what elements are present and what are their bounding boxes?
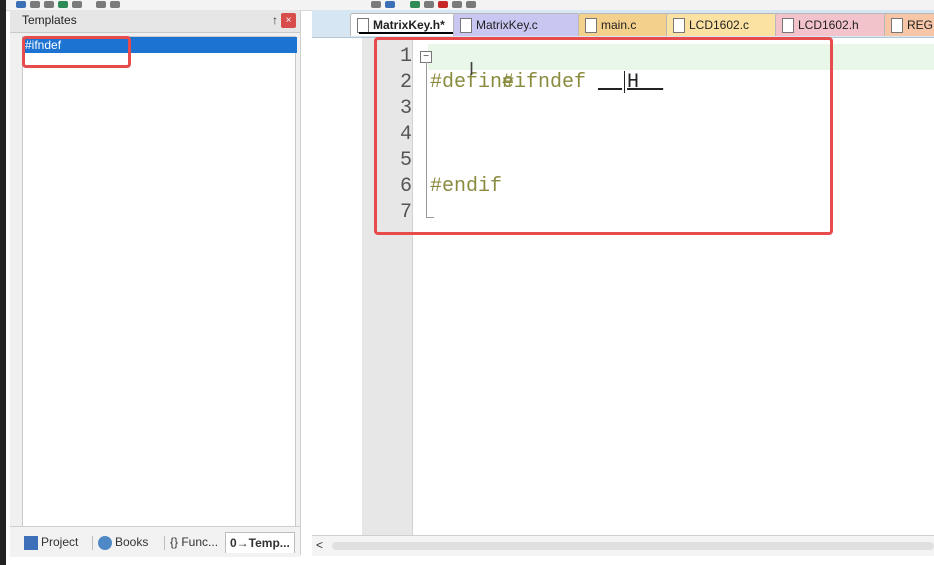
file-icon bbox=[460, 18, 472, 33]
pin-icon[interactable]: ↑ bbox=[272, 13, 278, 27]
toolbar-icon-5[interactable] bbox=[438, 1, 448, 8]
horizontal-scrollbar[interactable]: < bbox=[312, 535, 934, 556]
file-icon bbox=[585, 18, 597, 33]
tab-separator bbox=[164, 536, 165, 550]
file-tabs: MatrixKey.h* MatrixKey.c main.c LCD1602.… bbox=[312, 10, 934, 38]
functions-icon: {} Func... bbox=[170, 535, 219, 549]
tab-project[interactable]: Project bbox=[24, 532, 78, 552]
toolbar-icon-3[interactable] bbox=[410, 1, 420, 8]
tab-templates[interactable]: 0→Temp... bbox=[225, 532, 295, 553]
tab-matrixkey-c[interactable]: MatrixKey.c bbox=[453, 13, 580, 36]
undo-icon[interactable] bbox=[96, 1, 106, 8]
search-icon[interactable] bbox=[72, 1, 82, 8]
tab-main-c[interactable]: main.c bbox=[578, 13, 680, 36]
toolbar-icon-1[interactable] bbox=[371, 1, 381, 8]
tab-functions[interactable]: {} Func... bbox=[170, 532, 218, 552]
save-icon[interactable] bbox=[16, 1, 26, 8]
toolbar-icon-7[interactable] bbox=[466, 1, 476, 8]
panel-header: Templates ↑ × bbox=[10, 10, 300, 33]
annotation-highlight bbox=[374, 37, 833, 235]
toolbar-icon-2[interactable] bbox=[385, 1, 395, 8]
copy-icon[interactable] bbox=[30, 1, 40, 8]
file-icon bbox=[357, 18, 369, 33]
tab-separator bbox=[92, 536, 93, 550]
toolbar-icon-4[interactable] bbox=[424, 1, 434, 8]
tab-books[interactable]: Books bbox=[98, 532, 148, 552]
scroll-track[interactable] bbox=[332, 542, 934, 550]
project-icon bbox=[24, 535, 38, 550]
toolbar-icon-6[interactable] bbox=[452, 1, 462, 8]
tab-lcd1602-c[interactable]: LCD1602.c bbox=[666, 13, 785, 36]
file-icon bbox=[891, 18, 903, 33]
tab-lcd1602-h[interactable]: LCD1602.h bbox=[775, 13, 897, 36]
file-icon bbox=[782, 18, 794, 33]
templates-icon: 0→Temp... bbox=[230, 536, 290, 550]
annotation-highlight bbox=[22, 36, 131, 68]
close-icon[interactable]: × bbox=[281, 13, 296, 28]
scroll-left-icon[interactable]: < bbox=[316, 538, 323, 552]
active-underline bbox=[359, 32, 468, 34]
file-icon bbox=[673, 18, 685, 33]
panel-tabs: Project Books {} Func... 0→Temp... bbox=[10, 526, 300, 557]
paste-icon[interactable] bbox=[44, 1, 54, 8]
build-icon[interactable] bbox=[58, 1, 68, 8]
panel-title: Templates bbox=[22, 13, 77, 27]
templates-list[interactable]: #ifndef bbox=[22, 36, 297, 538]
redo-icon[interactable] bbox=[110, 1, 120, 8]
tab-reg[interactable]: REG bbox=[884, 13, 934, 36]
books-icon bbox=[98, 535, 112, 550]
window-edge bbox=[0, 0, 6, 565]
templates-panel: Templates ↑ × #ifndef bbox=[10, 10, 301, 555]
